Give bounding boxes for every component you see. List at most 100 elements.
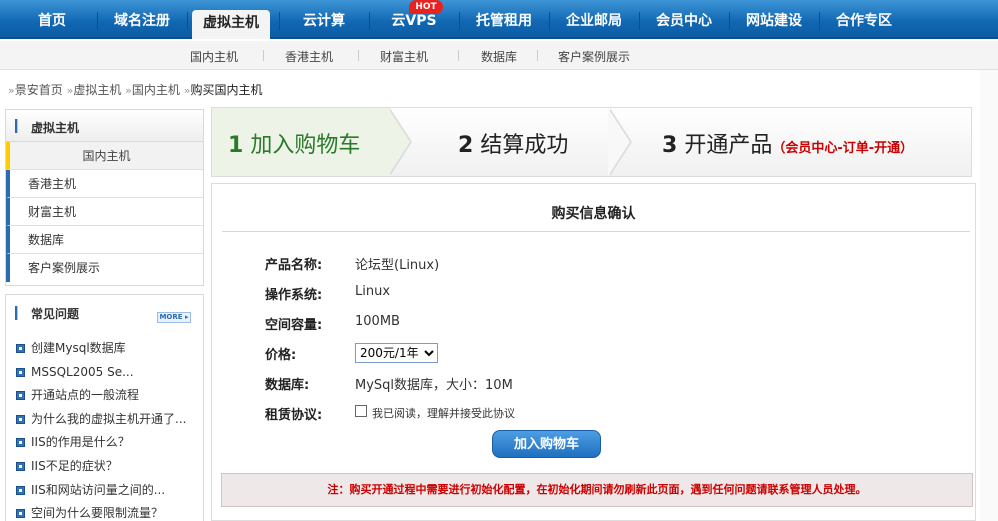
faq-item-label: 为什么我的虚拟主机开通了... <box>31 411 187 426</box>
bullet-icon <box>16 414 25 424</box>
nav-separator <box>459 12 460 30</box>
breadcrumb-arrow-icon: » <box>8 84 15 97</box>
sub-nav: 国内主机 香港主机 财富主机 数据库 客户案例展示 <box>0 41 998 70</box>
sidebar-hosting-header: 虚拟主机 <box>6 110 203 142</box>
faq-item-label: 开通站点的一般流程 <box>31 388 140 403</box>
step-3-note: （会员中心-订单-开通） <box>772 141 914 156</box>
sidebar-hosting-title: 虚拟主机 <box>31 121 80 135</box>
sidebar-hosting: 虚拟主机 国内主机 香港主机 财富主机 数据库 客户案例展示 <box>5 109 204 286</box>
bullet-icon <box>16 485 25 495</box>
add-to-cart-button[interactable]: 加入购物车 <box>492 430 601 458</box>
agreement-checkbox[interactable] <box>355 405 367 417</box>
faq-item-label: 创建Mysql数据库 <box>31 341 126 355</box>
space-label: 空间容量: <box>265 318 323 333</box>
step-1: 1 加入购物车 <box>228 127 360 159</box>
sidebar-item-hongkong[interactable]: 香港主机 <box>6 170 203 198</box>
faq-item[interactable]: 开通站点的一般流程 <box>6 384 203 408</box>
faq-item[interactable]: IIS和网站访问量之间的... <box>6 479 203 503</box>
nav-separator <box>639 12 640 30</box>
nav-member[interactable]: 会员中心 <box>642 6 726 39</box>
faq-item[interactable]: MSSQL2005 Se... <box>6 361 203 385</box>
nav-website[interactable]: 网站建设 <box>732 6 816 39</box>
nav-hosting[interactable]: 托管租用 <box>462 6 546 39</box>
faq-item[interactable]: IIS的作用是什么？ <box>6 431 203 455</box>
step-1-number: 1 <box>228 133 244 158</box>
step-2-label: 结算成功 <box>480 133 569 158</box>
database-label: 数据库: <box>265 378 310 393</box>
bullet-icon <box>16 438 25 448</box>
price-select[interactable]: 200元/1年 <box>355 343 438 363</box>
bullet-icon <box>16 344 25 353</box>
nav-separator <box>549 12 550 30</box>
notice-bar: 注：购买开通过程中需要进行初始化配置，在初始化期间请勿刷新此页面，遇到任何问题请… <box>221 473 973 507</box>
step-3: 3 开通产品（会员中心-订单-开通） <box>662 127 913 159</box>
database-value: MySql数据库，大小：10M <box>355 378 513 393</box>
sidebar-item-domestic[interactable]: 国内主机 <box>6 142 203 170</box>
subnav-cases[interactable]: 客户案例展示 <box>558 48 630 65</box>
breadcrumb-home[interactable]: 景安首页 <box>15 83 63 97</box>
bullet-icon <box>16 391 25 401</box>
sidebar-faq: 常见问题 MORE ▸ 创建Mysql数据库 MSSQL2005 Se... 开… <box>5 294 204 521</box>
nav-home[interactable]: 首页 <box>10 6 94 39</box>
space-value: 100MB <box>355 314 400 329</box>
breadcrumb: »景安首页 »虚拟主机 »国内主机 »购买国内主机 <box>8 81 262 98</box>
faq-item-label: IIS和网站访问量之间的... <box>31 482 166 497</box>
page-right-edge <box>980 70 998 521</box>
breadcrumb-virtual-host[interactable]: 虚拟主机 <box>73 83 121 97</box>
nav-partner[interactable]: 合作专区 <box>822 6 906 39</box>
hot-badge: HOT <box>409 0 443 14</box>
nav-domain[interactable]: 域名注册 <box>100 6 184 39</box>
agreement-label: 租赁协议: <box>265 408 323 423</box>
bullet-icon <box>16 461 25 471</box>
more-button[interactable]: MORE ▸ <box>157 312 191 323</box>
sidebar-item-database[interactable]: 数据库 <box>6 226 203 254</box>
step-3-label: 开通产品 <box>684 133 773 158</box>
nav-separator <box>729 12 730 30</box>
breadcrumb-current: 购买国内主机 <box>190 83 263 97</box>
os-label: 操作系统: <box>265 288 323 303</box>
faq-item[interactable]: 为什么我的虚拟主机开通了... <box>6 408 203 432</box>
nav-virtual-host[interactable]: 虚拟主机 <box>192 10 270 39</box>
purchase-confirm-panel: 购买信息确认 产品名称: 论坛型(Linux) 操作系统: Linux 空间容量… <box>211 183 976 521</box>
nav-separator <box>369 12 370 30</box>
faq-item-label: IIS的作用是什么？ <box>31 435 130 450</box>
panel-divider <box>222 231 970 232</box>
faq-item[interactable]: 空间为什么要限制流量？ <box>6 502 203 521</box>
breadcrumb-domestic[interactable]: 国内主机 <box>132 83 180 97</box>
nav-cloud[interactable]: 云计算 <box>282 6 366 39</box>
agreement-text[interactable]: 我已阅读，理解并接受此协议 <box>372 405 515 421</box>
subnav-wealth[interactable]: 财富主机 <box>380 48 428 65</box>
price-label: 价格: <box>265 348 297 363</box>
sidebar-faq-header: 常见问题 MORE ▸ <box>6 295 203 333</box>
nav-mail[interactable]: 企业邮局 <box>552 6 636 39</box>
step-1-label: 加入购物车 <box>250 133 361 158</box>
sidebar-faq-title: 常见问题 <box>31 307 80 321</box>
faq-item[interactable]: 创建Mysql数据库 <box>6 337 203 361</box>
faq-item[interactable]: IIS不足的症状？ <box>6 455 203 479</box>
subnav-hongkong[interactable]: 香港主机 <box>285 48 333 65</box>
header-bar-icon <box>15 119 18 133</box>
nav-separator <box>97 12 98 30</box>
product-name-value: 论坛型(Linux) <box>355 258 440 273</box>
faq-item-label: 空间为什么要限制流量？ <box>31 506 164 521</box>
sidebar-item-cases[interactable]: 客户案例展示 <box>6 254 203 282</box>
faq-item-label: MSSQL2005 Se... <box>31 364 134 379</box>
subnav-separator <box>537 50 538 61</box>
sidebar-item-wealth[interactable]: 财富主机 <box>6 198 203 226</box>
product-name-label: 产品名称: <box>265 258 323 273</box>
os-value: Linux <box>355 284 391 299</box>
step-chevron-icon <box>608 108 630 176</box>
step-3-number: 3 <box>662 133 678 158</box>
step-chevron-icon <box>388 108 410 176</box>
subnav-database[interactable]: 数据库 <box>481 48 517 65</box>
subnav-domestic[interactable]: 国内主机 <box>190 48 238 65</box>
breadcrumb-arrow-icon: » <box>125 84 132 97</box>
subnav-separator <box>458 50 459 61</box>
step-2: 2 结算成功 <box>458 127 568 159</box>
bullet-icon <box>16 509 25 519</box>
purchase-steps: 1 加入购物车 2 结算成功 3 开通产品（会员中心-订单-开通） <box>211 107 972 177</box>
faq-item-label: IIS不足的症状？ <box>31 458 118 473</box>
top-nav: 首页 域名注册 虚拟主机 云计算 云VPS HOT 托管租用 企业邮局 会员中心… <box>0 0 998 39</box>
subnav-separator <box>263 50 264 61</box>
nav-separator <box>819 12 820 30</box>
